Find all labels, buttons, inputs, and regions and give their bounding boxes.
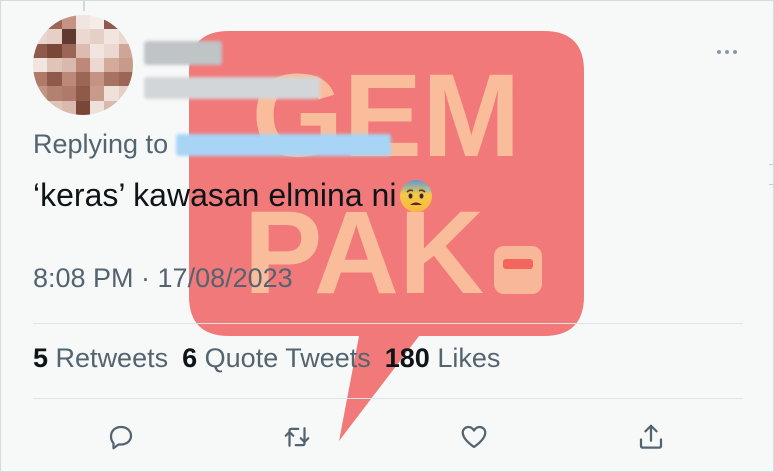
avatar-pixel xyxy=(47,57,62,73)
avatar-pixel xyxy=(104,29,119,44)
anxious-face-with-sweat-icon xyxy=(398,178,434,214)
avatar-pixel xyxy=(75,100,91,115)
tweet-card: GEM PAK Replying to ‘keras’ kawasan elmi… xyxy=(0,0,774,472)
avatar-pixel xyxy=(47,15,62,30)
avatar-pixel xyxy=(104,100,119,115)
avatar-pixel xyxy=(61,29,76,44)
avatar-pixel xyxy=(104,15,119,30)
avatar-pixel xyxy=(75,72,91,87)
avatar-pixel xyxy=(33,29,48,44)
tweet-actions xyxy=(1,415,773,459)
tweet-text: ‘keras’ kawasan elmina ni xyxy=(33,177,434,214)
likes-label: Likes xyxy=(437,343,501,373)
edge-mark xyxy=(769,184,773,185)
divider-top xyxy=(33,323,743,324)
avatar-pixel xyxy=(75,29,91,44)
avatar-pixel xyxy=(90,29,105,44)
avatar-pixel xyxy=(47,43,62,58)
avatar-pixel xyxy=(118,43,133,58)
avatar-pixel xyxy=(61,100,76,115)
avatar-pixel xyxy=(47,29,62,44)
avatar-pixel xyxy=(61,57,76,73)
quotes-count: 6 xyxy=(182,343,198,373)
avatar[interactable] xyxy=(33,15,133,115)
avatar-pixel xyxy=(90,86,105,101)
reply-icon[interactable] xyxy=(103,419,139,455)
user-handle-redacted[interactable] xyxy=(144,77,320,99)
likes-count: 180 xyxy=(384,343,430,373)
avatar-pixel xyxy=(104,57,119,73)
like-icon[interactable] xyxy=(456,419,492,455)
retweets-count: 5 xyxy=(33,343,49,373)
tweet-stats: 5 Retweets 6 Quote Tweets 180 Likes xyxy=(33,343,514,374)
avatar-pixel xyxy=(33,15,48,30)
avatar-pixel xyxy=(75,86,91,101)
avatar-pixel xyxy=(90,72,105,87)
avatar-pixel xyxy=(61,72,76,87)
avatar-pixel xyxy=(75,57,91,73)
avatar-pixel xyxy=(90,15,105,30)
avatar-pixel xyxy=(118,100,133,115)
share-icon[interactable] xyxy=(633,419,669,455)
avatar-pixel xyxy=(33,43,48,58)
reply-handle-redacted[interactable] xyxy=(176,133,392,156)
retweet-icon[interactable] xyxy=(279,419,315,455)
avatar-pixel xyxy=(90,43,105,58)
avatar-pixel xyxy=(47,86,62,101)
avatar-pixel xyxy=(118,86,133,101)
watermark-text-1: GEM xyxy=(252,50,521,182)
avatar-pixel xyxy=(61,86,76,101)
tweet-timestamp[interactable]: 8:08 PM · 17/08/2023 xyxy=(33,263,293,294)
avatar-pixel xyxy=(33,86,48,101)
avatar-pixel xyxy=(90,57,105,73)
avatar-pixel xyxy=(61,15,76,30)
avatar-pixel xyxy=(118,15,133,30)
avatar-pixel xyxy=(118,29,133,44)
likes-stat[interactable]: 180 Likes xyxy=(385,343,501,374)
avatar-pixel xyxy=(104,43,119,58)
replying-to: Replying to xyxy=(33,129,392,160)
avatar-pixel xyxy=(104,86,119,101)
quotes-label: Quote Tweets xyxy=(204,343,371,373)
avatar-pixel xyxy=(118,57,133,73)
retweets-stat[interactable]: 5 Retweets xyxy=(33,343,168,374)
avatar-pixel xyxy=(47,72,62,87)
avatar-pixel xyxy=(75,43,91,58)
avatar-pixel xyxy=(61,43,76,58)
quote-tweets-stat[interactable]: 6 Quote Tweets xyxy=(182,343,371,374)
divider-bottom xyxy=(33,398,743,399)
avatar-pixel xyxy=(47,100,62,115)
avatar-pixel xyxy=(90,100,105,115)
tweet-body: ‘keras’ kawasan elmina ni xyxy=(33,177,397,213)
avatar-pixel xyxy=(75,15,91,30)
more-options-icon[interactable] xyxy=(713,41,741,63)
avatar-pixel xyxy=(33,100,48,115)
thread-connector xyxy=(83,1,85,11)
display-name-redacted[interactable] xyxy=(144,41,222,65)
retweets-label: Retweets xyxy=(55,343,169,373)
replying-to-label: Replying to xyxy=(33,129,169,159)
avatar-pixel xyxy=(33,72,48,87)
avatar-pixel xyxy=(33,57,48,73)
avatar-pixel xyxy=(104,72,119,87)
edge-mark xyxy=(769,164,773,165)
avatar-pixel xyxy=(118,72,133,87)
